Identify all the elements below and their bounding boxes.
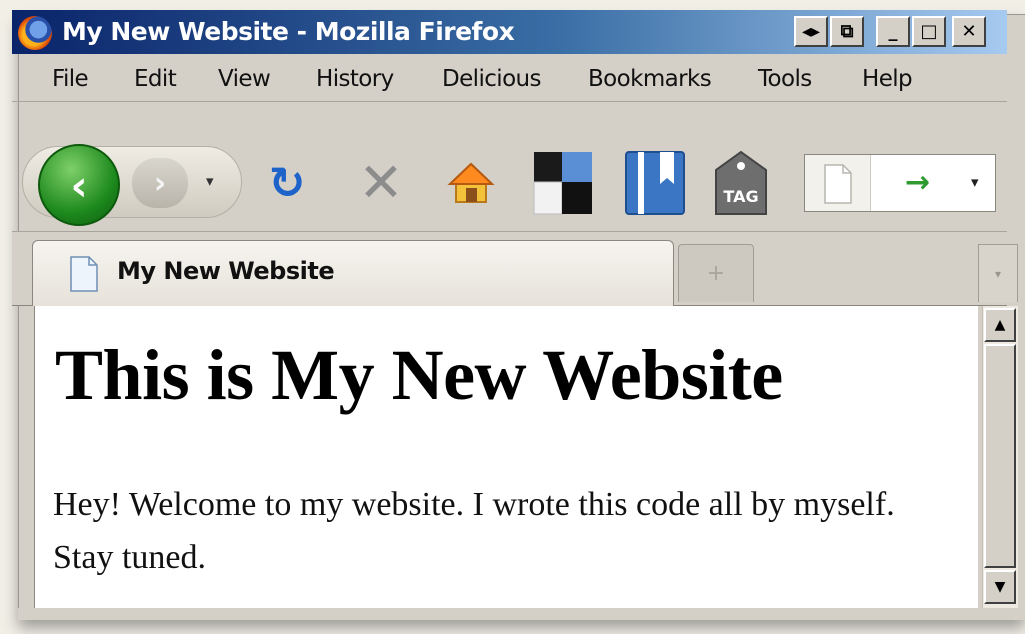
url-bar[interactable]: → ▾ bbox=[804, 154, 996, 212]
page-icon bbox=[805, 155, 871, 211]
menu-bookmarks[interactable]: Bookmarks bbox=[588, 66, 712, 92]
restore-small-button[interactable]: ⧉ bbox=[830, 16, 864, 47]
menu-view[interactable]: View bbox=[218, 66, 271, 92]
maximize-button[interactable]: □ bbox=[912, 16, 946, 47]
forward-button[interactable]: › bbox=[132, 158, 188, 208]
tag-icon-label: TAG bbox=[723, 187, 758, 206]
back-button[interactable]: ‹ bbox=[38, 144, 120, 226]
page-icon bbox=[69, 255, 99, 293]
scroll-up-button[interactable]: ▲ bbox=[984, 308, 1016, 342]
tag-icon[interactable]: TAG bbox=[714, 150, 768, 216]
home-icon[interactable] bbox=[446, 160, 496, 206]
menu-tools[interactable]: Tools bbox=[758, 66, 812, 92]
url-dropdown-icon[interactable]: ▾ bbox=[971, 173, 979, 191]
bookmark-icon[interactable] bbox=[624, 150, 686, 216]
menu-help[interactable]: Help bbox=[862, 66, 913, 92]
minimize-button[interactable]: _ bbox=[876, 16, 910, 47]
page-heading: This is My New Website bbox=[55, 335, 783, 415]
list-all-tabs-button[interactable]: ▾ bbox=[978, 244, 1018, 302]
reload-icon[interactable]: ↻ bbox=[264, 158, 310, 209]
scroll-thumb[interactable] bbox=[984, 344, 1016, 568]
menu-bar: File Edit View History Delicious Bookmar… bbox=[12, 56, 1007, 102]
menu-history[interactable]: History bbox=[316, 66, 394, 92]
history-dropdown-icon[interactable]: ▾ bbox=[206, 172, 214, 190]
close-button[interactable]: ✕ bbox=[952, 16, 986, 47]
window-title: My New Website - Mozilla Firefox bbox=[62, 17, 515, 46]
title-bar: My New Website - Mozilla Firefox ◂▸ ⧉ _ … bbox=[12, 10, 1007, 54]
scroll-down-button[interactable]: ▼ bbox=[984, 570, 1016, 604]
page-content: This is My New Website Hey! Welcome to m… bbox=[34, 306, 978, 608]
tab-label: My New Website bbox=[117, 257, 335, 285]
new-tab-button[interactable]: + bbox=[678, 244, 754, 302]
page-paragraph: Hey! Welcome to my website. I wrote this… bbox=[53, 486, 895, 576]
window-bottom-border bbox=[18, 608, 1025, 620]
menu-file[interactable]: File bbox=[52, 66, 89, 92]
menu-edit[interactable]: Edit bbox=[134, 66, 177, 92]
resize-arrows-button[interactable]: ◂▸ bbox=[794, 16, 828, 47]
delicious-icon[interactable] bbox=[532, 150, 594, 216]
firefox-logo-icon bbox=[18, 16, 52, 50]
tab-my-new-website[interactable]: My New Website bbox=[32, 240, 674, 306]
stop-icon[interactable]: ✕ bbox=[356, 151, 406, 214]
go-arrow-icon[interactable]: → bbox=[905, 165, 930, 200]
menu-delicious[interactable]: Delicious bbox=[442, 66, 542, 92]
vertical-scrollbar[interactable]: ▲ ▼ bbox=[982, 306, 1018, 608]
